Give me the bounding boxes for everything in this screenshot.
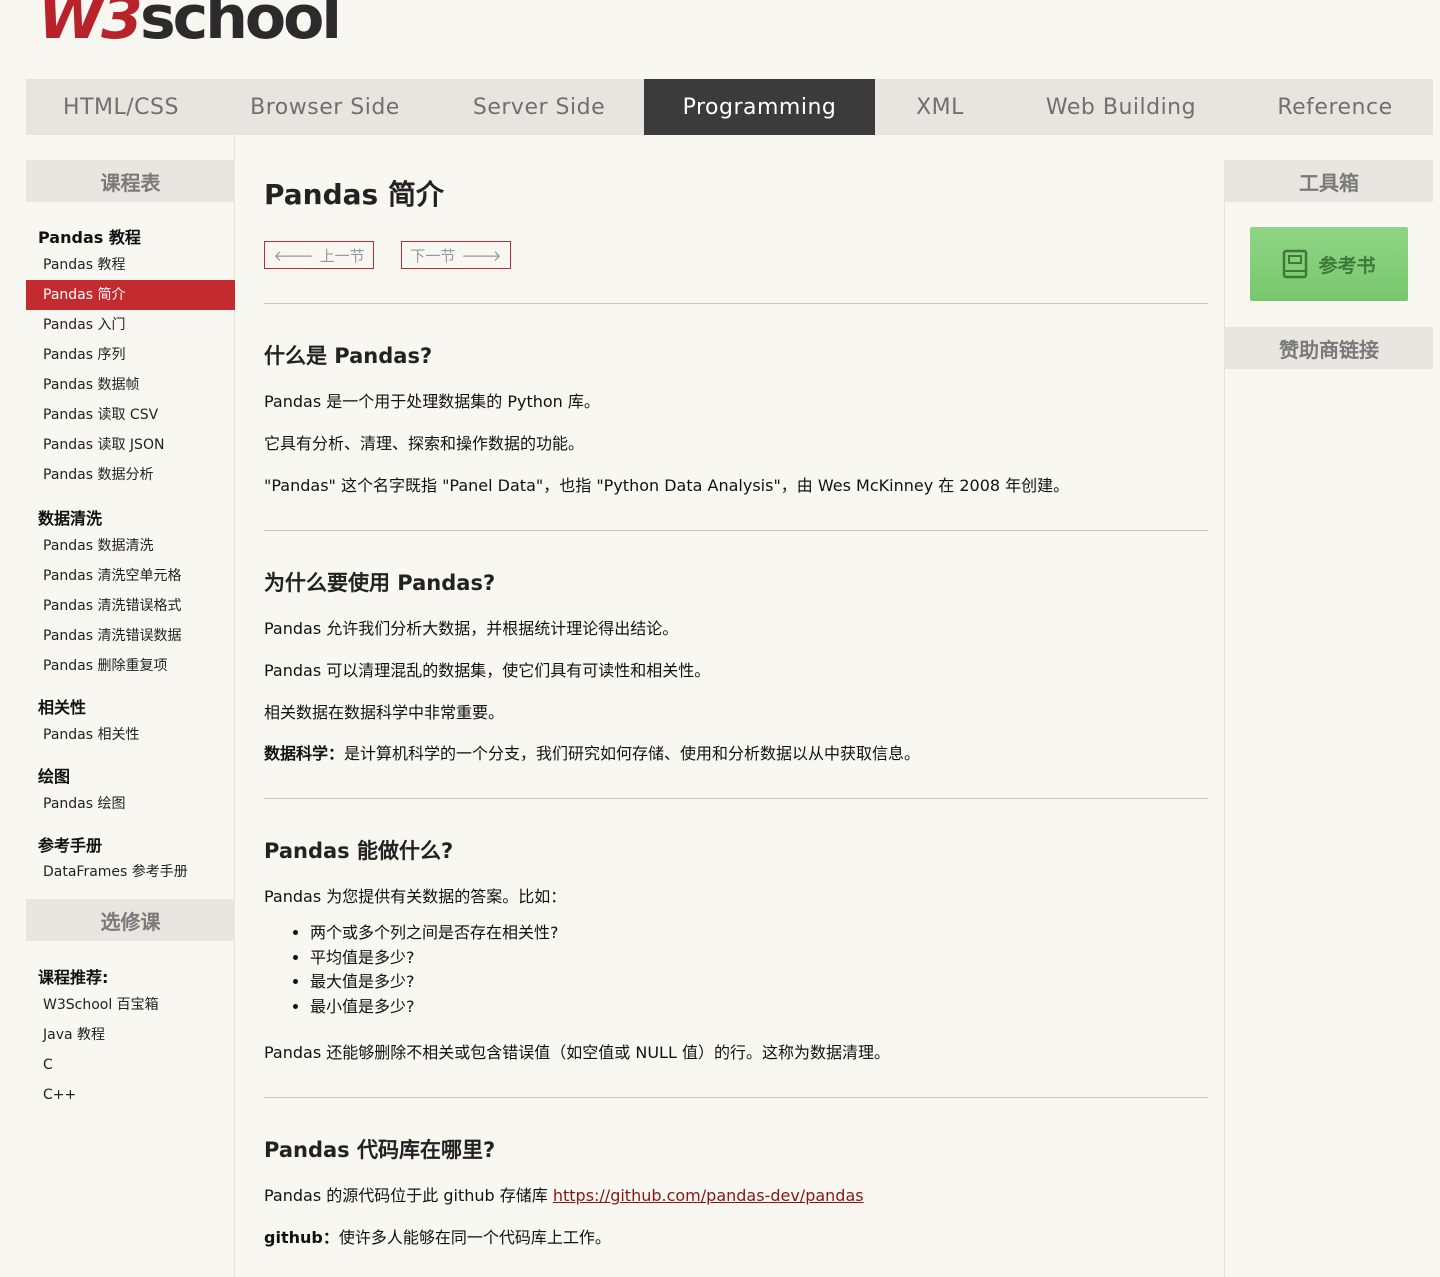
nav-programming[interactable]: Programming bbox=[644, 79, 875, 135]
prev-label: 上一节 bbox=[319, 246, 365, 265]
book-icon bbox=[1283, 249, 1308, 279]
list-item: 平均值是多少? bbox=[310, 946, 559, 971]
arrow-right-icon: 🡒 bbox=[461, 246, 502, 265]
definition-text: 是计算机科学的一个分支，我们研究如何存储、使用和分析数据以从中获取信息。 bbox=[344, 744, 921, 763]
sidebar-group-cleaning: Pandas 数据清洗 Pandas 清洗空单元格 Pandas 清洗错误格式 … bbox=[26, 531, 235, 681]
logo-w3: W3 bbox=[38, 0, 143, 53]
sidebar-group-plotting: Pandas 绘图 bbox=[26, 789, 235, 819]
sidebar-item[interactable]: C bbox=[26, 1050, 235, 1080]
sidebar-group-title: 相关性 bbox=[38, 698, 87, 717]
page-title: Pandas 简介 bbox=[264, 178, 444, 211]
sidebar-item[interactable]: Java 教程 bbox=[26, 1020, 235, 1050]
arrow-left-icon: 🡐 bbox=[273, 246, 314, 265]
nav-html-css[interactable]: HTML/CSS bbox=[26, 79, 216, 135]
sidebar-group-pandas: Pandas 教程 Pandas 简介 Pandas 入门 Pandas 序列 … bbox=[26, 250, 235, 490]
nav-browser-side[interactable]: Browser Side bbox=[216, 79, 434, 135]
paragraph-text: Pandas 的源代码位于此 github 存储库 bbox=[264, 1186, 553, 1205]
top-navigation: HTML/CSS Browser Side Server Side Progra… bbox=[26, 79, 1433, 135]
sidebar-heading-electives: 选修课 bbox=[26, 899, 235, 941]
page: W3school HTML/CSS Browser Side Server Si… bbox=[26, 0, 1433, 1277]
sidebar-item[interactable]: Pandas 数据清洗 bbox=[26, 531, 235, 561]
divider bbox=[264, 303, 1208, 304]
sidebar-recommend-title: 课程推荐: bbox=[38, 968, 109, 987]
paragraph: Pandas 还能够删除不相关或包含错误值（如空值或 NULL 值）的行。这称为… bbox=[264, 1043, 890, 1062]
definition-paragraph: 数据科学：是计算机科学的一个分支，我们研究如何存储、使用和分析数据以从中获取信息… bbox=[264, 740, 920, 764]
sidebar-item[interactable]: Pandas 教程 bbox=[26, 250, 235, 280]
left-sidebar: 课程表 Pandas 教程 Pandas 教程 Pandas 简介 Pandas… bbox=[26, 135, 235, 1277]
paragraph: Pandas 可以清理混乱的数据集，使它们具有可读性和相关性。 bbox=[264, 661, 711, 680]
nav-server-side[interactable]: Server Side bbox=[434, 79, 644, 135]
sidebar-item[interactable]: Pandas 清洗错误数据 bbox=[26, 621, 235, 651]
divider bbox=[264, 798, 1208, 799]
bullet-list: 两个或多个列之间是否存在相关性? 平均值是多少? 最大值是多少? 最小值是多少? bbox=[310, 921, 559, 1019]
section-heading: Pandas 能做什么? bbox=[264, 839, 454, 863]
divider bbox=[264, 530, 1208, 531]
sidebar-item[interactable]: Pandas 数据分析 bbox=[26, 460, 235, 490]
definition-text: 使许多人能够在同一个代码库上工作。 bbox=[338, 1228, 611, 1247]
definition-term: github： bbox=[264, 1228, 339, 1247]
sidebar-item[interactable]: C++ bbox=[26, 1080, 235, 1110]
sidebar-item[interactable]: Pandas 数据帧 bbox=[26, 370, 235, 400]
paragraph: Pandas 允许我们分析大数据，并根据统计理论得出结论。 bbox=[264, 619, 679, 638]
nav-xml[interactable]: XML bbox=[875, 79, 1005, 135]
sidebar-group-title: 数据清洗 bbox=[38, 509, 103, 528]
sidebar-group-title: 绘图 bbox=[38, 767, 71, 786]
list-item: 最小值是多少? bbox=[310, 995, 559, 1020]
paragraph: "Pandas" 这个名字既指 "Panel Data"，也指 "Python … bbox=[264, 476, 1070, 495]
sidebar-item[interactable]: Pandas 读取 JSON bbox=[26, 430, 235, 460]
sidebar-group-title: Pandas 教程 bbox=[38, 228, 141, 247]
sidebar-heading-courses: 课程表 bbox=[26, 160, 235, 202]
sidebar-item[interactable]: Pandas 相关性 bbox=[26, 720, 235, 750]
paragraph: Pandas 为您提供有关数据的答案。比如： bbox=[264, 887, 567, 906]
prev-button[interactable]: 🡐 上一节 bbox=[264, 241, 374, 269]
sidebar-group-title: 参考手册 bbox=[38, 836, 103, 855]
nav-reference[interactable]: Reference bbox=[1237, 79, 1433, 135]
logo-school: school bbox=[139, 0, 342, 53]
sidebar-item[interactable]: Pandas 清洗空单元格 bbox=[26, 561, 235, 591]
sidebar-item[interactable]: Pandas 序列 bbox=[26, 340, 235, 370]
sidebar-group-correlation: Pandas 相关性 bbox=[26, 720, 235, 750]
sidebar-item-active[interactable]: Pandas 简介 bbox=[26, 280, 235, 310]
sidebar-item[interactable]: Pandas 删除重复项 bbox=[26, 651, 235, 681]
sponsor-heading: 赞助商链接 bbox=[1225, 327, 1433, 369]
right-sidebar: 工具箱 参考书 赞助商链接 bbox=[1224, 160, 1433, 1277]
github-repo-link[interactable]: https://github.com/pandas-dev/pandas bbox=[553, 1186, 864, 1205]
reference-book-button[interactable]: 参考书 bbox=[1250, 227, 1408, 301]
sidebar-group-reference: DataFrames 参考手册 bbox=[26, 857, 235, 887]
sidebar-item[interactable]: Pandas 读取 CSV bbox=[26, 400, 235, 430]
section-heading: Pandas 代码库在哪里? bbox=[264, 1138, 496, 1162]
sidebar-item[interactable]: Pandas 绘图 bbox=[26, 789, 235, 819]
reference-book-label: 参考书 bbox=[1318, 254, 1376, 277]
paragraph: Pandas 是一个用于处理数据集的 Python 库。 bbox=[264, 392, 600, 411]
sidebar-group-recommend: W3School 百宝箱 Java 教程 C C++ bbox=[26, 990, 235, 1110]
sidebar-item[interactable]: W3School 百宝箱 bbox=[26, 990, 235, 1020]
paragraph: Pandas 的源代码位于此 github 存储库 https://github… bbox=[264, 1182, 864, 1206]
paragraph: 它具有分析、清理、探索和操作数据的功能。 bbox=[264, 434, 585, 453]
nav-web-building[interactable]: Web Building bbox=[1005, 79, 1237, 135]
paragraph: 相关数据在数据科学中非常重要。 bbox=[264, 703, 505, 722]
divider bbox=[264, 1097, 1208, 1098]
definition-paragraph: github：使许多人能够在同一个代码库上工作。 bbox=[264, 1224, 611, 1248]
site-logo[interactable]: W3school bbox=[38, 0, 342, 53]
sidebar-item[interactable]: DataFrames 参考手册 bbox=[26, 857, 235, 887]
next-button[interactable]: 下一节 🡒 bbox=[401, 241, 511, 269]
section-heading: 什么是 Pandas? bbox=[264, 344, 433, 368]
list-item: 最大值是多少? bbox=[310, 970, 559, 995]
section-heading: 为什么要使用 Pandas? bbox=[264, 571, 496, 595]
list-item: 两个或多个列之间是否存在相关性? bbox=[310, 921, 559, 946]
next-label: 下一节 bbox=[410, 246, 456, 265]
sidebar-item[interactable]: Pandas 清洗错误格式 bbox=[26, 591, 235, 621]
toolbox-heading: 工具箱 bbox=[1225, 160, 1433, 202]
sidebar-item[interactable]: Pandas 入门 bbox=[26, 310, 235, 340]
definition-term: 数据科学： bbox=[264, 744, 345, 763]
